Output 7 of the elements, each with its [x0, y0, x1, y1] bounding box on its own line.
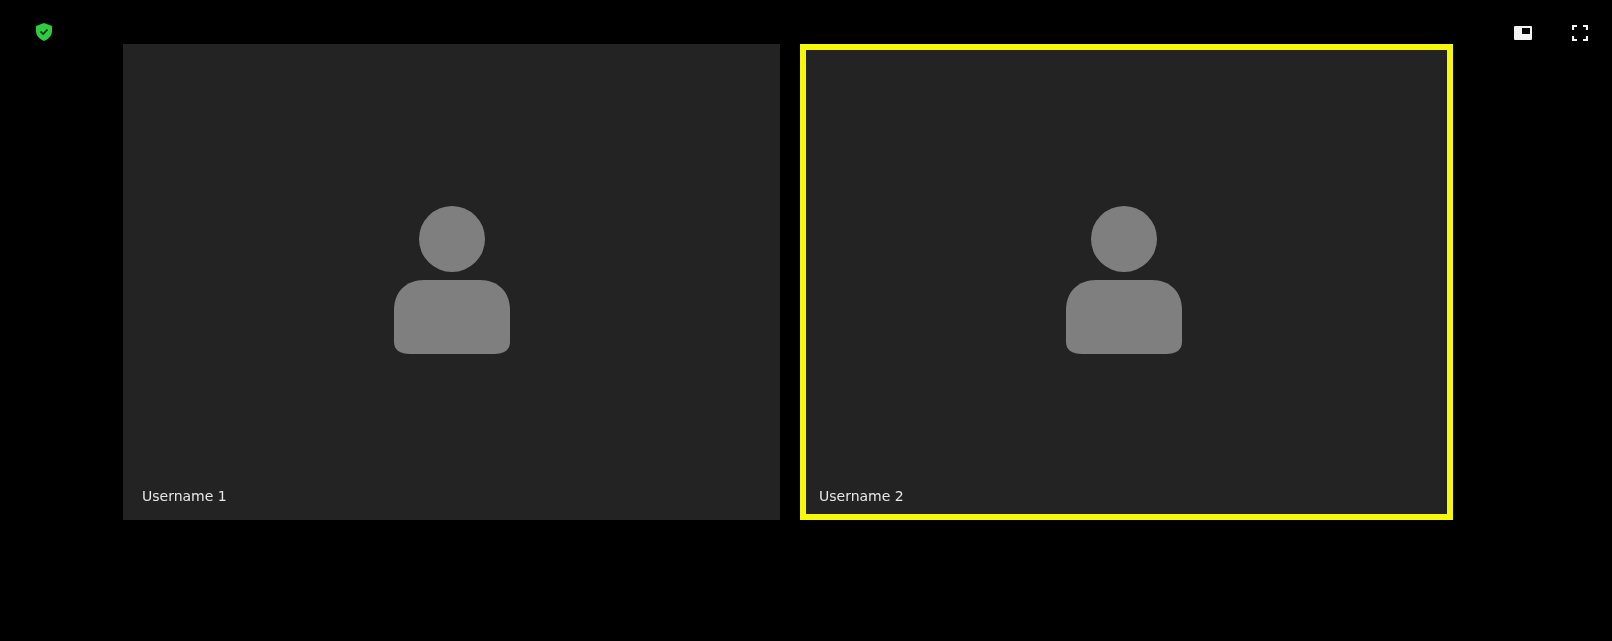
participant-name: Username 1 [142, 488, 227, 504]
participant-name: Username 2 [819, 488, 904, 504]
security-shield-icon[interactable] [36, 23, 52, 41]
view-layout-icon[interactable] [1514, 26, 1532, 40]
fullscreen-icon[interactable] [1572, 25, 1588, 41]
avatar-silhouette-icon [393, 206, 510, 356]
avatar-silhouette-icon [1065, 206, 1182, 356]
